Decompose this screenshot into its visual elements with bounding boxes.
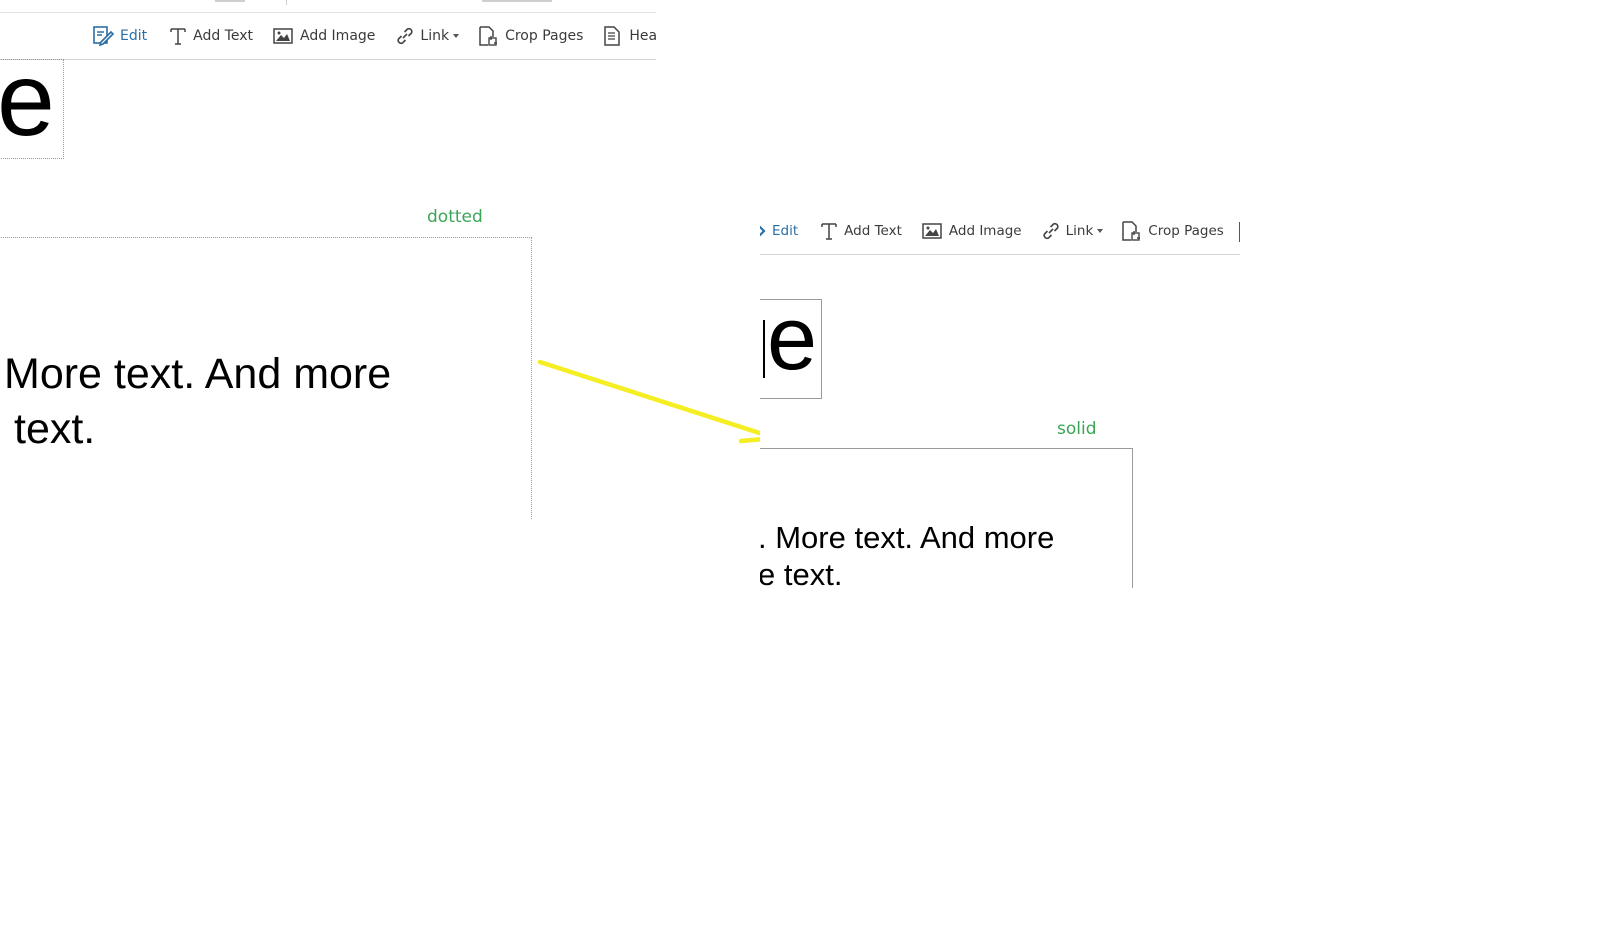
left-toolbar: Edit Add Text Add Image Link Crop Pages … [92, 23, 656, 49]
body-line-1: . More text. And more [760, 520, 1055, 555]
right-screenshot: Edit Add Text Add Image Link Crop Pages … [760, 212, 1240, 588]
toolbar-bottom-border [0, 59, 656, 60]
edit-label: Edit [120, 28, 148, 44]
header-footer-button[interactable]: Header & [603, 25, 656, 47]
crop-pages-label: Crop Pages [505, 28, 584, 44]
left-screenshot: Edit Add Text Add Image Link Crop Pages … [0, 0, 656, 520]
add-text-button[interactable]: Add Text [169, 26, 253, 46]
link-icon [1043, 222, 1059, 240]
edit-icon [93, 26, 115, 47]
add-image-button[interactable]: Add Image [922, 222, 1022, 240]
link-icon [397, 27, 413, 45]
crop-pages-button[interactable]: Crop Pages [1121, 220, 1224, 242]
body-line-2: text. [14, 405, 96, 453]
heading-text-box[interactable]: e [760, 299, 822, 399]
crop-pages-button[interactable]: Crop Pages [478, 25, 583, 47]
top-remnant [482, 0, 552, 2]
body-line-2: e text. [760, 557, 843, 588]
text-t-icon [170, 28, 186, 45]
heading-glyph: e [0, 59, 55, 158]
add-text-label: Add Text [844, 223, 902, 239]
crop-pages-icon [479, 26, 498, 46]
header-page-icon [604, 26, 621, 46]
image-icon [922, 223, 942, 239]
add-image-label: Add Image [300, 28, 376, 44]
link-button[interactable]: Link [1040, 220, 1104, 242]
heading-text-box[interactable]: e [0, 59, 64, 159]
crop-pages-icon [1122, 221, 1141, 241]
link-button[interactable]: Link [394, 25, 460, 47]
body-line-1: More text. And more [4, 350, 392, 398]
link-label: Link [1065, 223, 1094, 239]
add-image-button[interactable]: Add Image [273, 27, 375, 45]
edit-label: Edit [772, 223, 799, 239]
right-toolbar: Edit Add Text Add Image Link Crop Pages [760, 218, 1224, 244]
top-remnant [286, 0, 287, 5]
top-divider [0, 12, 656, 13]
chevron-down-icon [1097, 229, 1104, 233]
text-t-icon [821, 223, 837, 240]
dotted-label: dotted [427, 207, 483, 227]
heading-glyph: e [767, 299, 818, 389]
image-icon [273, 28, 293, 44]
add-text-label: Add Text [193, 28, 253, 44]
header-footer-label: Header & [629, 28, 656, 44]
text-cursor [763, 320, 765, 378]
toolbar-separator [1239, 222, 1240, 242]
add-image-label: Add Image [948, 223, 1022, 239]
link-label: Link [420, 28, 450, 44]
edit-icon [760, 225, 766, 237]
toolbar-bottom-border [760, 254, 1240, 255]
edit-tool-button[interactable]: Edit [92, 24, 147, 48]
crop-pages-label: Crop Pages [1148, 223, 1224, 239]
edit-tool-button[interactable]: Edit [760, 220, 798, 242]
top-remnant [215, 0, 245, 2]
solid-label: solid [1057, 419, 1097, 439]
add-text-button[interactable]: Add Text [820, 221, 902, 241]
chevron-down-icon [453, 34, 460, 38]
